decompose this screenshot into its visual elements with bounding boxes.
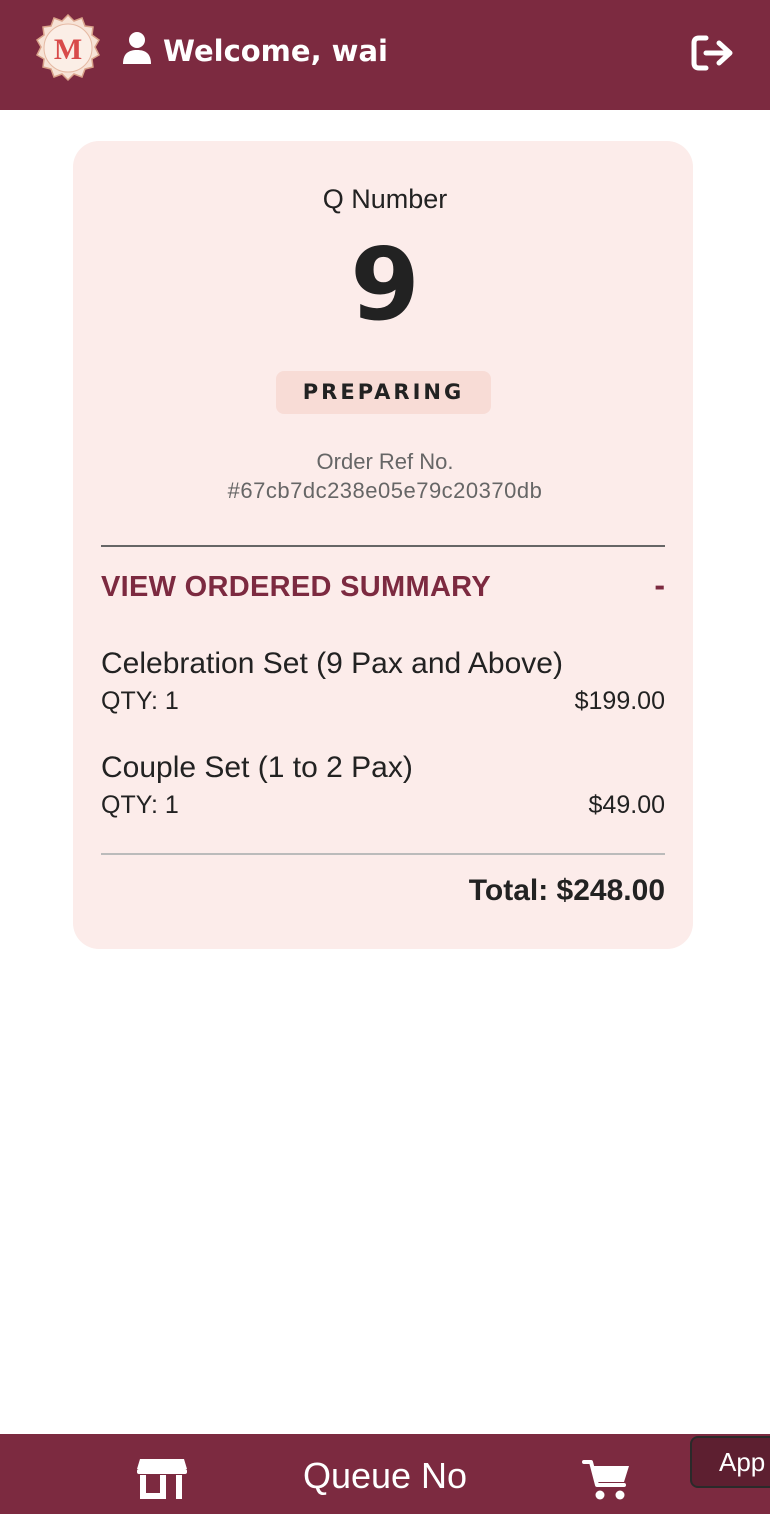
top-header: M Welcome, wai [0,0,770,110]
logo-letter: M [54,33,82,66]
order-ref-label: Order Ref No. [316,449,454,474]
app-button[interactable]: App [690,1436,770,1488]
queue-number-label: Q Number [322,184,448,214]
welcome-text: Welcome, wai [163,34,388,68]
logo-icon[interactable]: M [34,14,102,82]
order-item-price: $49.00 [588,791,665,819]
order-item-qty: QTY: 1 [101,687,179,715]
queue-no-nav-item[interactable]: Queue No [0,1454,770,1498]
bottom-nav: Queue No [0,1434,770,1514]
status-badge: PREPARING [276,371,491,414]
order-total: Total: $248.00 [468,874,665,907]
logout-icon[interactable] [689,33,737,73]
queue-number: 9 [350,226,420,343]
divider [101,853,665,855]
order-item-price: $199.00 [574,687,665,715]
order-item-qty: QTY: 1 [101,791,179,819]
user-icon [123,32,151,64]
ordered-summary-toggle[interactable]: VIEW ORDERED SUMMARY - [101,565,665,609]
cart-icon[interactable] [582,1458,632,1502]
collapse-icon[interactable]: - [654,567,665,603]
order-item-name: Celebration Set (9 Pax and Above) [101,647,563,680]
order-ref-value: #67cb7dc238e05e79c20370db [227,478,543,503]
ordered-summary-title: VIEW ORDERED SUMMARY [101,571,491,603]
order-item-name: Couple Set (1 to 2 Pax) [101,751,413,784]
divider [101,545,665,547]
